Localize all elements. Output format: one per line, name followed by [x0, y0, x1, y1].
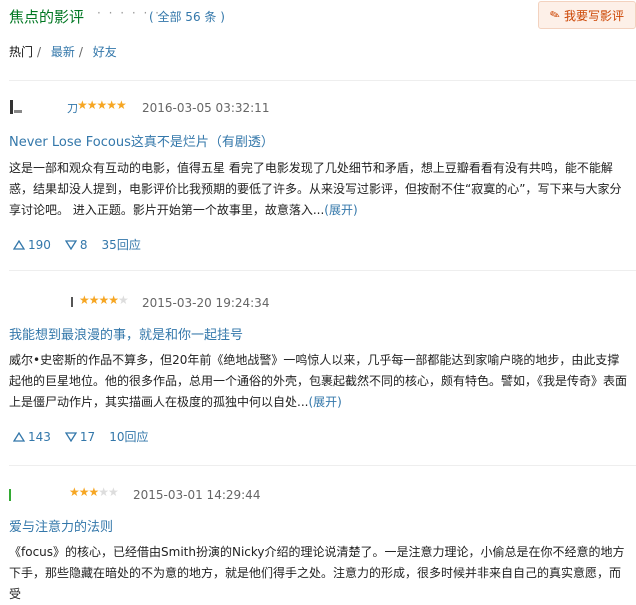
review-actions: 190 8 35回应 — [9, 236, 145, 253]
filter-latest[interactable]: 最新 — [51, 45, 75, 59]
review-count-link[interactable]: ( 全部 56 条 ) — [149, 8, 225, 25]
filter-hot[interactable]: 热门 — [9, 45, 33, 59]
expand-link[interactable]: (展开) — [324, 203, 357, 217]
downvote-button[interactable]: 8 — [61, 238, 92, 252]
write-review-label: 我要写影评 — [564, 8, 625, 23]
review-title[interactable]: 爱与注意力的法则 — [9, 516, 113, 535]
review-time: 2015-03-01 14:29:44 — [133, 488, 261, 502]
down-arrow-icon — [64, 431, 77, 442]
review-time: 2015-03-20 19:24:34 — [142, 296, 270, 310]
review-meta: 刀 ★★★★★ 2016-03-05 03:32:11 — [9, 98, 609, 118]
divider — [9, 80, 636, 81]
review-title[interactable]: Never Lose Focous这真不是烂片（有剧透） — [9, 131, 274, 150]
avatar[interactable] — [9, 98, 27, 116]
sort-filters: 热门 / 最新 / 好友 — [9, 45, 117, 59]
avatar[interactable] — [69, 293, 79, 311]
upvote-button[interactable]: 190 — [9, 238, 55, 252]
review-body: 威尔•史密斯的作品不算多，但20年前《绝地战警》一鸣惊人以来，几乎每一部都能达到… — [9, 353, 628, 409]
upvote-button[interactable]: 143 — [9, 430, 55, 444]
review-time: 2016-03-05 03:32:11 — [142, 101, 270, 115]
replies-link[interactable]: 10回应 — [105, 428, 152, 445]
review-title[interactable]: 我能想到最浪漫的事，就是和你一起挂号 — [9, 324, 243, 343]
review-meta: ★★★★★ 2015-03-20 19:24:34 — [9, 293, 609, 313]
review-meta: ★★★★★ 2015-03-01 14:29:44 — [9, 485, 609, 505]
divider — [9, 465, 636, 466]
page-title: 焦点的影评 — [9, 8, 85, 26]
review-body: 《focus》的核心，已经借由Smith扮演的Nicky介绍的理论说清楚了。一是… — [9, 545, 625, 601]
rating-stars: ★★★★★ — [77, 98, 127, 112]
avatar[interactable] — [9, 485, 27, 503]
review-body: 这是一部和观众有互动的电影，值得五星 看完了电影发现了几处细节和矛盾，想上豆瓣看… — [9, 161, 622, 217]
header: 焦点的影评 · · · · · · ( 全部 56 条 ) ✎ 我要写影评 — [9, 0, 636, 36]
replies-link[interactable]: 35回应 — [98, 236, 145, 253]
filter-friends[interactable]: 好友 — [93, 45, 117, 59]
expand-link[interactable]: (展开) — [308, 395, 341, 409]
up-arrow-icon — [13, 431, 25, 442]
rating-stars: ★★★★★ — [69, 485, 119, 499]
down-arrow-icon — [64, 239, 77, 250]
rating-stars: ★★★★★ — [79, 293, 129, 307]
up-arrow-icon — [13, 239, 25, 250]
divider — [9, 270, 636, 271]
write-review-button[interactable]: ✎ 我要写影评 — [538, 1, 636, 29]
review-actions: 143 17 10回应 — [9, 428, 152, 445]
downvote-button[interactable]: 17 — [61, 430, 99, 444]
pencil-icon: ✎ — [547, 6, 563, 24]
